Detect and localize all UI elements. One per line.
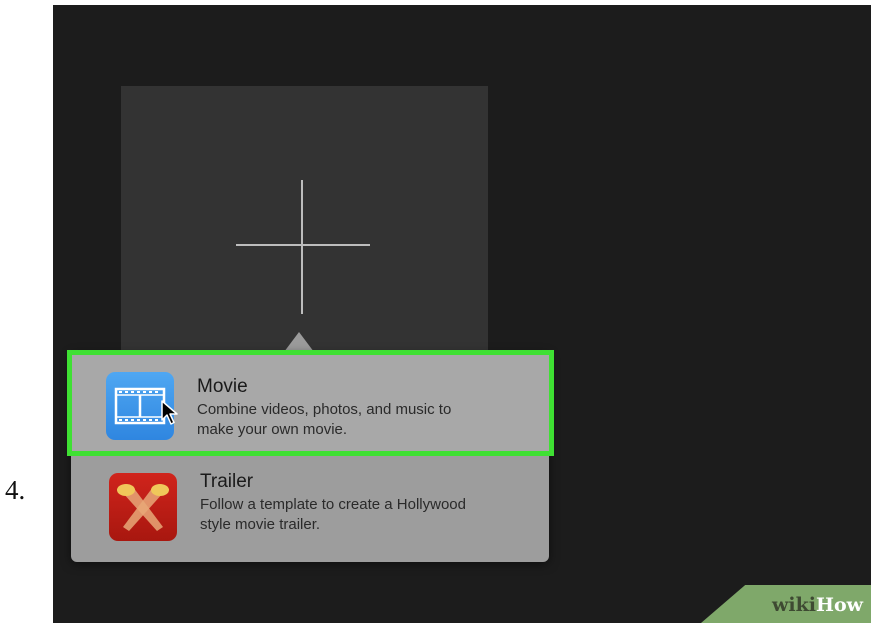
trailer-desc-line-2: style movie trailer. bbox=[200, 516, 321, 533]
trailer-option[interactable]: Trailer Follow a template to create a Ho… bbox=[71, 458, 549, 558]
trailer-desc-line-1: Follow a template to create a Hollywood bbox=[200, 496, 466, 513]
mouse-cursor-icon bbox=[161, 400, 178, 425]
plus-icon bbox=[236, 244, 370, 246]
movie-option-description: Combine videos, photos, and music to mak… bbox=[197, 400, 537, 440]
step-number: 4. bbox=[5, 475, 26, 505]
imovie-screen: Movie Combine videos, photos, and music … bbox=[53, 5, 871, 623]
trailer-option-title: Trailer bbox=[200, 471, 254, 492]
wikihow-logo-text: wikiHow bbox=[772, 594, 863, 616]
wikihow-watermark: wikiHow bbox=[701, 585, 871, 623]
spotlights-icon bbox=[109, 473, 177, 541]
movie-desc-line-2: make your own movie. bbox=[197, 421, 348, 438]
movie-option[interactable]: Movie Combine videos, photos, and music … bbox=[67, 350, 554, 456]
wikihow-how-text: How bbox=[816, 594, 863, 616]
wikihow-wiki-text: wiki bbox=[772, 594, 817, 616]
movie-desc-line-1: Combine videos, photos, and music to bbox=[197, 401, 452, 418]
page: 4. Movie Combine videos, photos, and mus… bbox=[0, 0, 873, 623]
trailer-option-description: Follow a template to create a Hollywood … bbox=[200, 495, 540, 535]
popover-arrow bbox=[284, 332, 314, 352]
movie-option-title: Movie bbox=[197, 376, 248, 397]
project-type-popover: Movie Combine videos, photos, and music … bbox=[67, 350, 554, 562]
plus-icon-vertical-bar bbox=[301, 180, 303, 314]
